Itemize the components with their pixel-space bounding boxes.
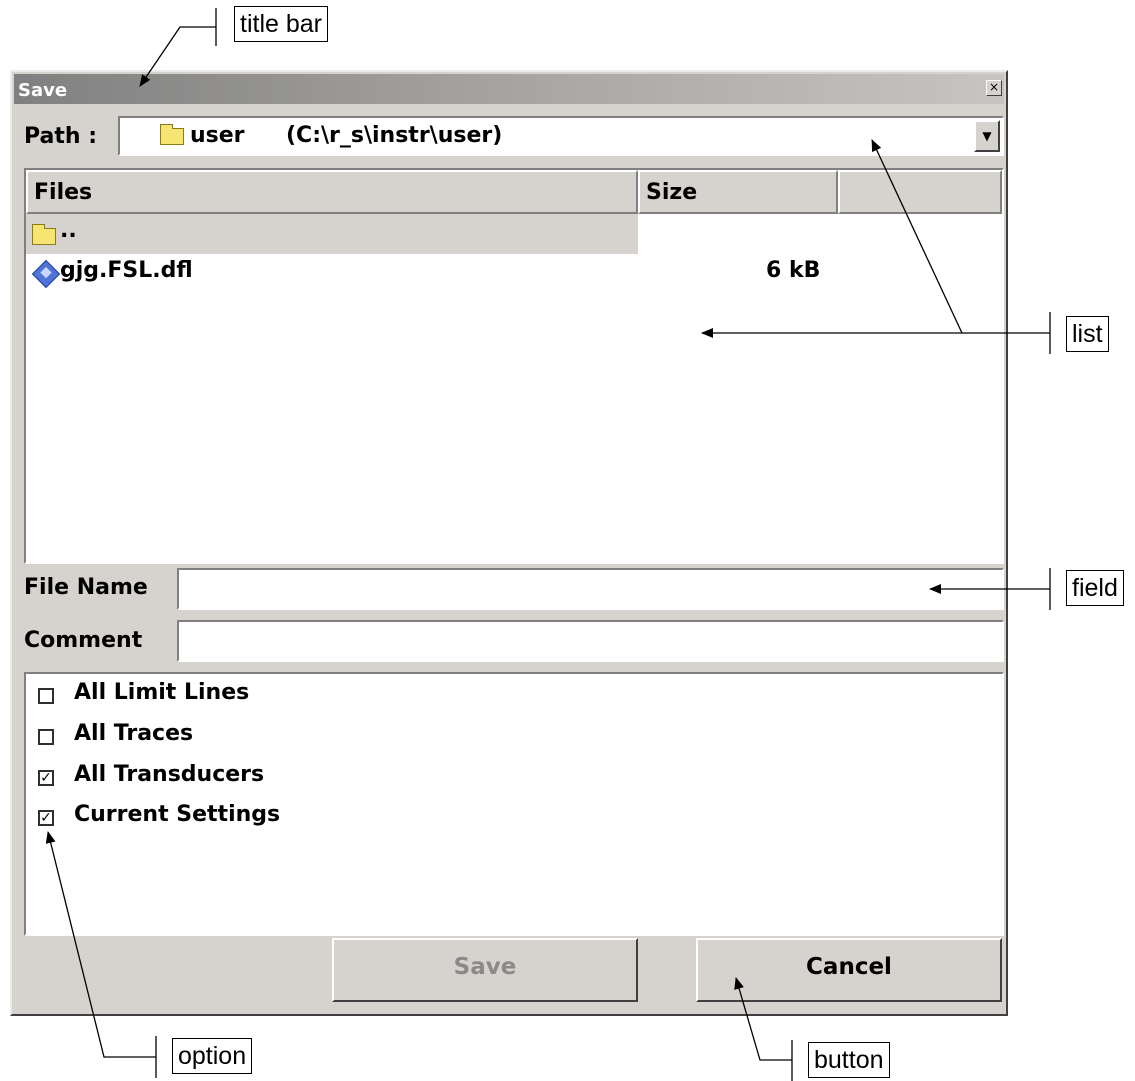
file-name-label: File Name — [24, 575, 148, 600]
chevron-down-icon: ▼ — [982, 129, 992, 143]
close-button[interactable]: × — [986, 80, 1002, 96]
annotation-title-bar: title bar — [234, 6, 328, 42]
title-bar[interactable]: Save × — [14, 74, 1004, 104]
column-header-extra[interactable] — [838, 170, 1002, 214]
checkbox-all-limit-lines[interactable] — [38, 688, 54, 704]
annotation-button: button — [808, 1042, 890, 1078]
list-item[interactable]: .. — [26, 214, 638, 254]
dropdown-arrow-button[interactable]: ▼ — [974, 120, 1000, 152]
checkbox-current-settings[interactable]: ✓ — [38, 810, 54, 826]
cancel-button-label: Cancel — [806, 954, 892, 980]
file-list[interactable]: Files Size .. gjg.FSL.dfl 6 kB — [24, 168, 1004, 564]
path-value: user — [190, 123, 245, 148]
save-dialog: Save × Path : user (C:\r_s\instr\user) ▼… — [10, 70, 1008, 1016]
annotation-option: option — [172, 1038, 253, 1074]
path-label: Path : — [24, 124, 98, 149]
checkbox-all-transducers[interactable]: ✓ — [38, 770, 54, 786]
option-label[interactable]: All Transducers — [74, 762, 264, 787]
save-button-label: Save — [453, 954, 517, 980]
file-name: gjg.FSL.dfl — [60, 258, 193, 283]
column-header-files[interactable]: Files — [26, 170, 638, 214]
file-icon — [31, 259, 61, 289]
checkbox-all-traces[interactable] — [38, 729, 54, 745]
comment-label: Comment — [24, 628, 143, 653]
folder-icon — [160, 124, 184, 145]
annotation-field: field — [1066, 570, 1124, 606]
file-size: 6 kB — [766, 258, 821, 283]
option-label[interactable]: All Limit Lines — [74, 680, 249, 705]
column-header-size[interactable]: Size — [638, 170, 838, 214]
path-dropdown[interactable]: user (C:\r_s\instr\user) ▼ — [118, 116, 1004, 156]
comment-field[interactable] — [177, 620, 1004, 662]
path-detail: (C:\r_s\instr\user) — [286, 123, 503, 148]
folder-icon — [32, 224, 56, 245]
list-item[interactable]: gjg.FSL.dfl 6 kB — [26, 254, 1002, 294]
options-list: All Limit Lines All Traces ✓ All Transdu… — [24, 672, 1004, 936]
option-label[interactable]: All Traces — [74, 721, 193, 746]
file-name-field[interactable] — [177, 568, 1004, 610]
annotation-list: list — [1066, 316, 1109, 352]
save-button[interactable]: Save — [332, 938, 638, 1002]
cancel-button[interactable]: Cancel — [696, 938, 1002, 1002]
dialog-title: Save — [18, 80, 68, 101]
file-name: .. — [60, 218, 77, 243]
option-label[interactable]: Current Settings — [74, 802, 280, 827]
